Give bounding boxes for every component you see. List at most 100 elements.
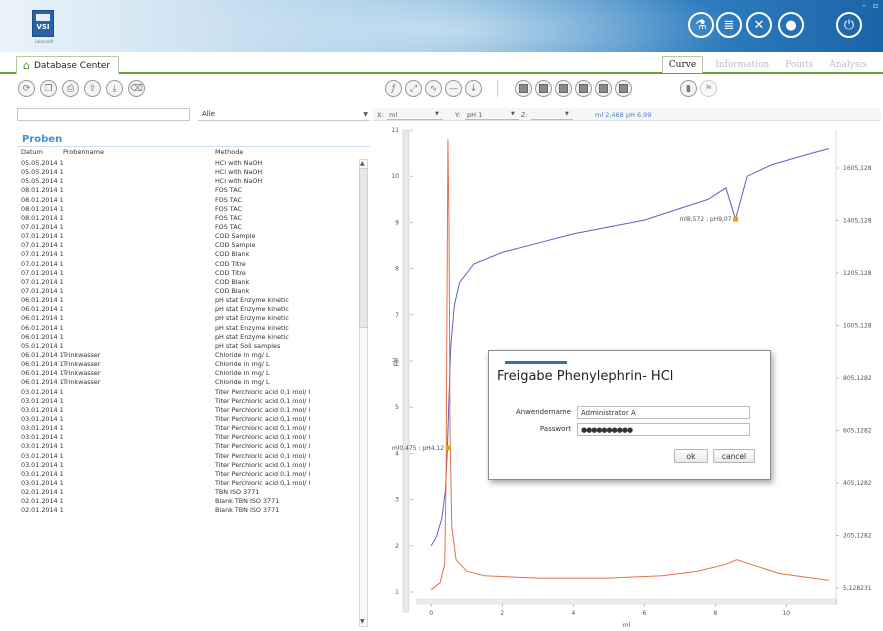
database-icon[interactable]: ≣ [716, 12, 742, 38]
zoom-fit-icon[interactable]: ⤢ [405, 80, 422, 97]
table-row[interactable]: 03.01.2014 1 Titer Perchloric acid 0,1 mo… [21, 442, 357, 451]
table-row[interactable]: 06.01.2014 1 pH stat Enzyme kinetic [21, 296, 357, 305]
table-row[interactable]: 06.01.2014 1 pH stat Enzyme kinetic [21, 305, 357, 314]
ok-button[interactable]: ok [674, 449, 708, 463]
cell-method: pH stat Soil samples [215, 341, 281, 350]
table-row[interactable]: 03.01.2014 1 Titer Perchloric acid 0,1 mo… [21, 461, 357, 470]
table-row[interactable]: 06.01.2014 1 Trinkwasser Chloride in mg/ L [21, 360, 357, 369]
restore-icon[interactable]: ▫ [873, 1, 878, 10]
table-row[interactable]: 02.01.2014 1 TBN ISO 3771 [21, 488, 357, 497]
cell-method: Blank TBN ISO 3771 [215, 497, 280, 506]
table-row[interactable]: 06.01.2014 1 pH stat Enzyme kinetic [21, 333, 357, 342]
formula-icon[interactable]: ƒ [385, 80, 402, 97]
curve-smooth-icon[interactable]: ∿ [425, 80, 442, 97]
table-row[interactable]: 06.01.2014 1 pH stat Enzyme kinetic [21, 314, 357, 323]
table-row[interactable]: 02.01.2014 1 Blank TBN ISO 3771 [21, 497, 357, 506]
horizontal-line-icon[interactable]: — [445, 80, 462, 97]
y2-tick-label: 1005,128 [843, 323, 872, 330]
table-row[interactable]: 07.01.2014 1 COD Blank [21, 250, 357, 259]
user-icon[interactable]: ● [778, 12, 804, 38]
y-scroll-bar[interactable] [402, 129, 410, 613]
scroll-up-icon[interactable]: ▲ [360, 160, 365, 167]
layer-3-icon[interactable] [555, 80, 572, 97]
tab-points[interactable]: Points [781, 58, 817, 72]
password-label: Passwort [539, 425, 571, 433]
cancel-button[interactable]: cancel [713, 449, 755, 463]
table-row[interactable]: 06.01.2014 1 pH stat Enzyme kinetic [21, 324, 357, 333]
column-header-datum[interactable]: Datum [21, 148, 43, 156]
layer-5-icon[interactable] [595, 80, 612, 97]
table-row[interactable]: 07.01.2014 1 COD Sample [21, 232, 357, 241]
annotation-label: ml8,572 : pH9,07 [679, 216, 731, 223]
table-row[interactable]: 03.01.2014 1 Titer Perchloric acid 0,1 mo… [21, 470, 357, 479]
z-axis-select[interactable]: ▼ [531, 109, 573, 120]
y2-tick-label: 805,1282 [843, 375, 872, 382]
table-row[interactable]: 05.05.2014 1 HCl with NaOH [21, 177, 357, 186]
table-row[interactable]: 03.01.2014 1 Titer Perchloric acid 0,1 mo… [21, 433, 357, 442]
copy-icon[interactable]: ❐ [40, 80, 57, 97]
delete-icon[interactable]: ⌫ [128, 80, 145, 97]
power-icon[interactable]: ⏻ [836, 12, 862, 38]
scrollbar-thumb[interactable] [359, 168, 368, 328]
cell-date: 06.01.2014 1 [21, 360, 64, 369]
table-row[interactable]: 08.01.2014 1 FOS TAC [21, 186, 357, 195]
table-row[interactable]: 03.01.2014 1 Titer Perchloric acid 0,1 mo… [21, 479, 357, 488]
tab-database-center[interactable]: ⌂ Database Center [16, 56, 120, 74]
export-icon[interactable]: ⇪ [84, 80, 101, 97]
search-input[interactable] [17, 108, 190, 121]
print-icon[interactable]: ⎙ [62, 80, 79, 97]
table-row[interactable]: 03.01.2014 1 Titer Perchloric acid 0,1 mo… [21, 424, 357, 433]
cell-method: pH stat Enzyme kinetic [215, 332, 289, 341]
table-row[interactable]: 03.01.2014 1 Titer Perchloric acid 0,1 mo… [21, 406, 357, 415]
tools-icon[interactable]: ✕ [746, 12, 772, 38]
table-row[interactable]: 07.01.2014 1 COD Titre [21, 260, 357, 269]
table-row[interactable]: 06.01.2014 1 Trinkwasser Chloride in mg/ L [21, 351, 357, 360]
password-field[interactable]: ●●●●●●●●●● [577, 423, 750, 436]
table-row[interactable]: 05.05.2014 1 HCl with NaOH [21, 159, 357, 168]
tab-curve[interactable]: Curve [661, 56, 704, 73]
flag-icon[interactable]: ⚑ [700, 80, 717, 97]
scroll-down-icon[interactable]: ▼ [360, 618, 365, 625]
minimize-icon[interactable]: – [862, 1, 866, 10]
column-header-probenname[interactable]: Probenname [63, 148, 104, 156]
x-scroll-bar[interactable] [416, 598, 838, 605]
table-row[interactable]: 03.01.2014 1 Titer Perchloric acid 0,1 mo… [21, 452, 357, 461]
table-row[interactable]: 08.01.2014 1 FOS TAC [21, 196, 357, 205]
import-icon[interactable]: ⤓ [106, 80, 123, 97]
cell-date: 07.01.2014 1 [21, 250, 64, 259]
derivative-icon[interactable]: ↓ [465, 80, 482, 97]
bookmark-icon[interactable]: ▮ [680, 80, 697, 97]
table-row[interactable]: 03.01.2014 1 Titer Perchloric acid 0,1 mo… [21, 397, 357, 406]
x-axis-select[interactable]: ml ▼ [387, 109, 443, 120]
table-row[interactable]: 05.05.2014 1 HCl with NaOH [21, 168, 357, 177]
logo-subtitle: Laborsoft [34, 39, 54, 44]
annotation-marker [733, 216, 739, 222]
refresh-icon[interactable]: ⟳ [18, 80, 35, 97]
table-row[interactable]: 07.01.2014 1 COD Sample [21, 241, 357, 250]
table-row[interactable]: 07.01.2014 1 COD Blank [21, 287, 357, 296]
layer-6-icon[interactable] [615, 80, 632, 97]
view-tabs: Curve Information Points Analysis [661, 56, 871, 73]
table-row[interactable]: 08.01.2014 1 FOS TAC [21, 214, 357, 223]
tab-information[interactable]: Information [711, 58, 773, 72]
layer-2-icon[interactable] [535, 80, 552, 97]
table-row[interactable]: 07.01.2014 1 COD Blank [21, 278, 357, 287]
table-row[interactable]: 07.01.2014 1 FOS TAC [21, 223, 357, 232]
y2-tick-label: 605,1282 [843, 428, 872, 435]
layer-1-icon[interactable] [515, 80, 532, 97]
table-row[interactable]: 03.01.2014 1 Titer Perchloric acid 0,1 mo… [21, 415, 357, 424]
table-row[interactable]: 06.01.2014 1 Trinkwasser Chloride in mg/ L [21, 378, 357, 387]
table-row[interactable]: 07.01.2014 1 COD Titre [21, 269, 357, 278]
table-row[interactable]: 03.01.2014 1 Titer Perchloric acid 0,1 mo… [21, 388, 357, 397]
filter-select[interactable]: Alle ▼ [198, 108, 370, 121]
table-row[interactable]: 06.01.2014 1 Trinkwasser Chloride in mg/ L [21, 369, 357, 378]
layer-4-icon[interactable] [575, 80, 592, 97]
username-field[interactable]: Administrator A [577, 406, 750, 419]
flask-icon[interactable]: ⚗ [688, 12, 714, 38]
table-row[interactable]: 08.01.2014 1 FOS TAC [21, 205, 357, 214]
tab-analysis[interactable]: Analysis [825, 58, 871, 72]
y-axis-select[interactable]: pH 1 ▼ [465, 109, 519, 120]
column-header-methode[interactable]: Methode [215, 148, 243, 156]
table-row[interactable]: 05.01.2014 1 pH stat Soil samples [21, 342, 357, 351]
table-row[interactable]: 02.01.2014 1 Blank TBN ISO 3771 [21, 506, 357, 515]
